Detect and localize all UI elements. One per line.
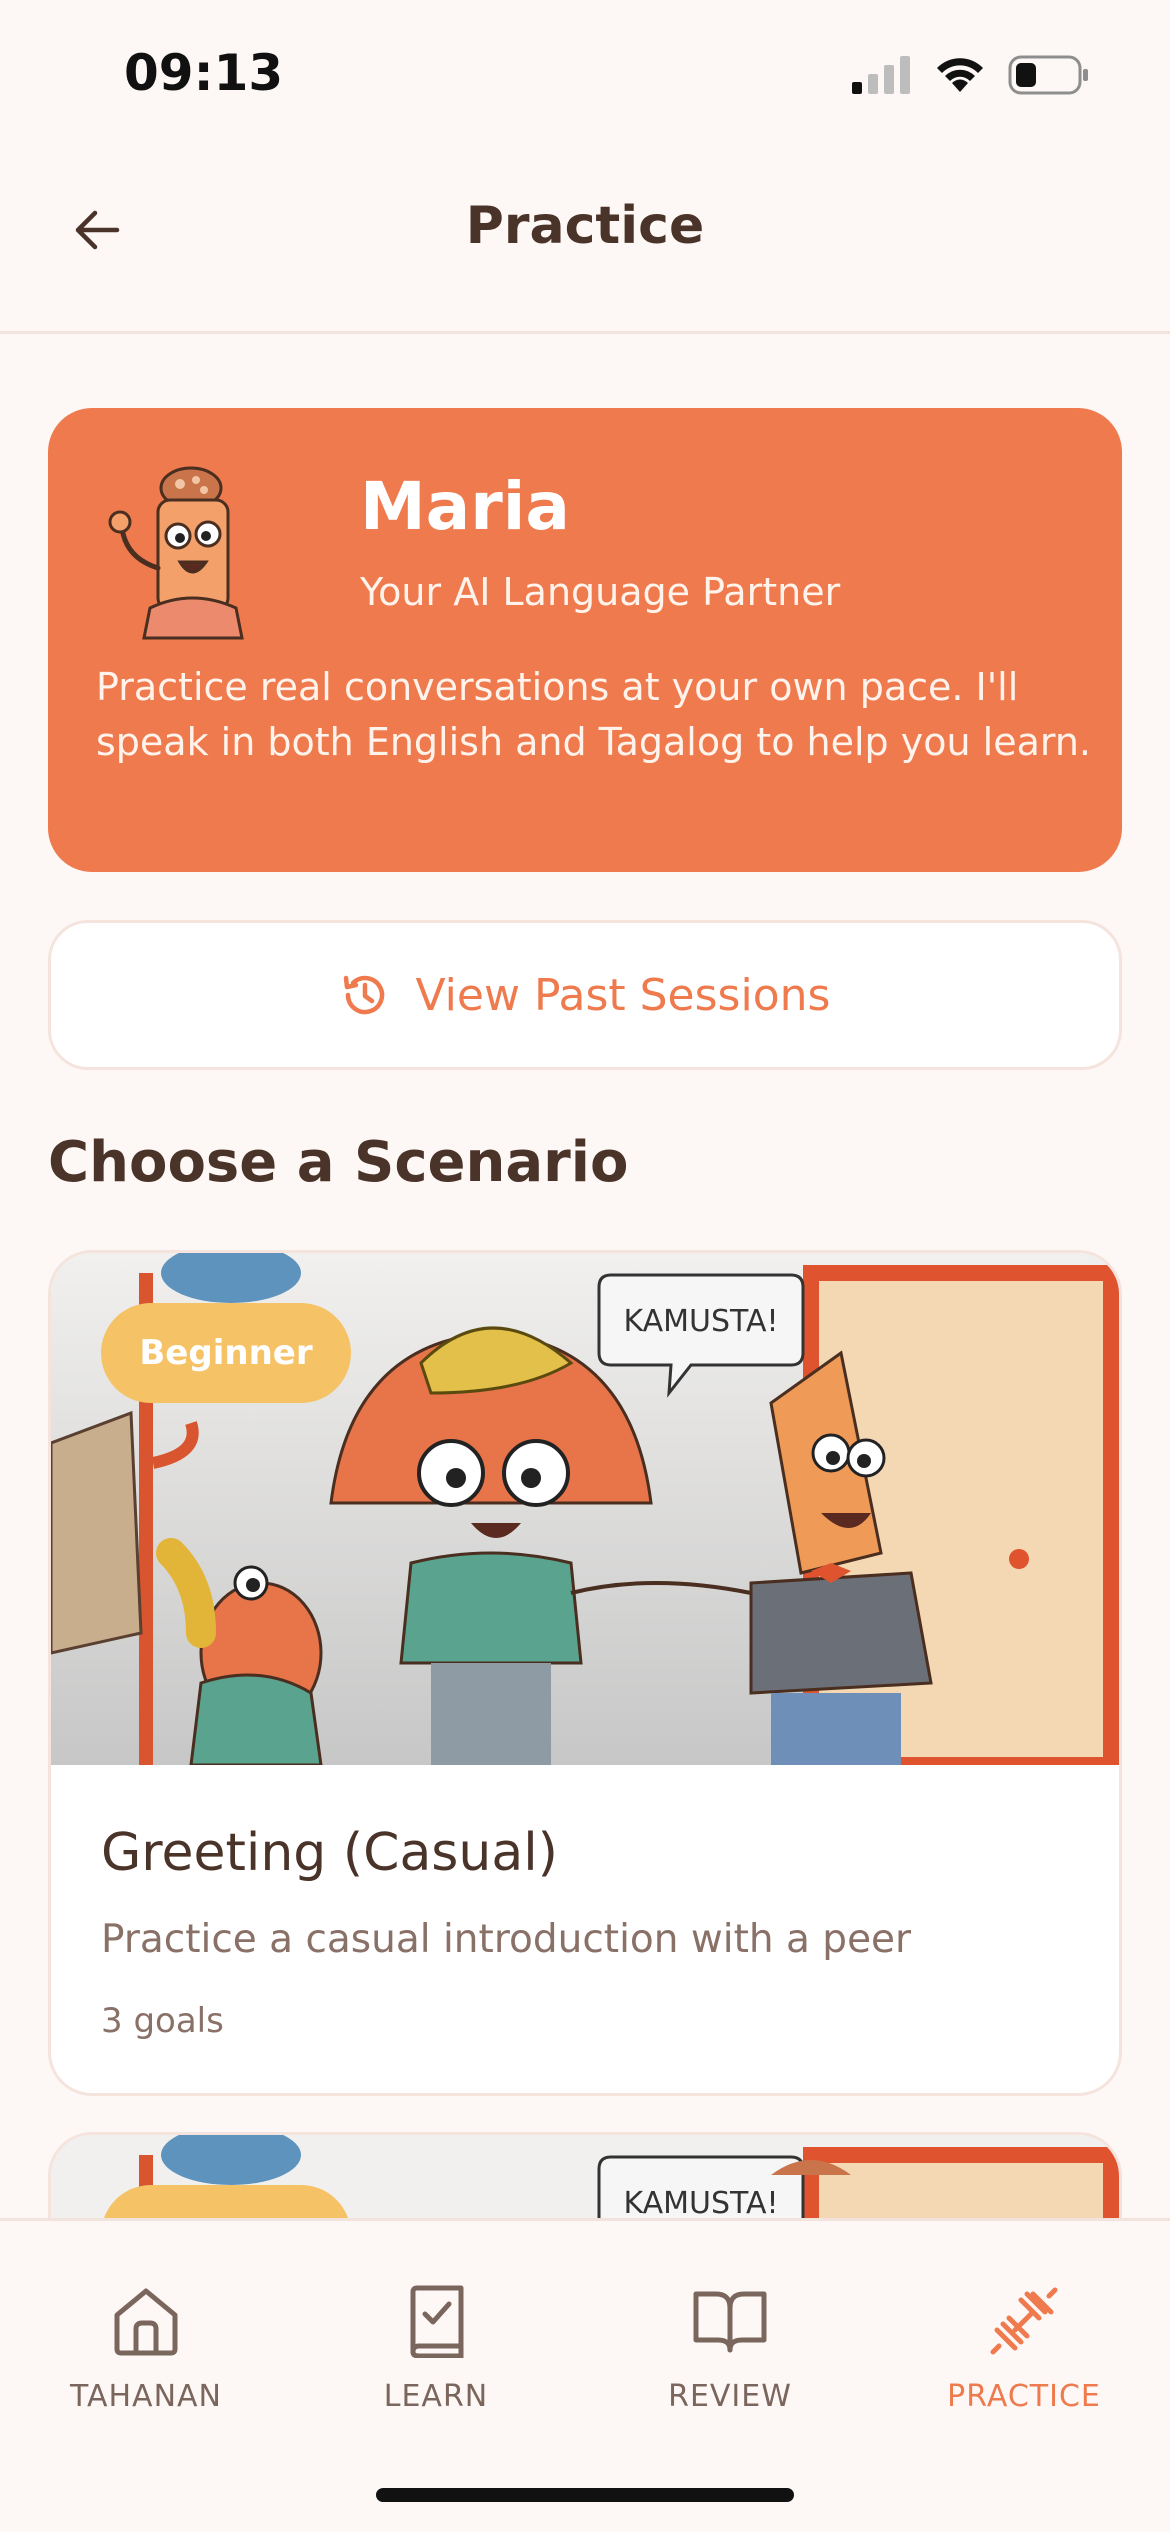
scenario-title: Greeting (Casual): [101, 1823, 558, 1883]
home-indicator[interactable]: [376, 2488, 794, 2502]
view-past-sessions-button[interactable]: View Past Sessions: [48, 920, 1122, 1070]
nav-item-learn[interactable]: LEARN: [316, 2281, 556, 2414]
ai-partner-card: Maria Your AI Language Partner Practice …: [48, 408, 1122, 872]
book-check-icon: [410, 2285, 464, 2358]
practice-screen: 09:13 Practice Maria Your AI Language Pa…: [0, 0, 1170, 2532]
scenario-card[interactable]: KAMUSTA!: [48, 1250, 1122, 2096]
page-title: Practice: [465, 196, 705, 256]
scenario-description: Practice a casual introduction with a pe…: [101, 1917, 912, 1962]
cellular-signal-icon: [852, 56, 910, 94]
open-book-icon: [693, 2291, 767, 2353]
home-icon: [114, 2288, 178, 2356]
wifi-icon: [937, 58, 983, 92]
history-icon: [343, 975, 384, 1015]
status-icons: [852, 55, 1090, 95]
partner-description: Practice real conversations at your own …: [96, 665, 1091, 764]
nav-label-practice: PRACTICE: [947, 2379, 1101, 2414]
section-title: Choose a Scenario: [48, 1130, 629, 1195]
bottom-nav: TAHANAN LEARN REVIEW PRACTICE: [0, 2218, 1170, 2532]
speech-bubble-text: KAMUSTA!: [623, 2186, 778, 2221]
scenario-goals: 3 goals: [101, 2001, 224, 2041]
maria-avatar: [108, 466, 244, 640]
partner-name: Maria: [360, 468, 570, 545]
status-bar: 09:13: [0, 0, 1170, 150]
nav-item-practice[interactable]: PRACTICE: [904, 2281, 1144, 2414]
dumbbell-icon: [990, 2287, 1058, 2355]
status-time: 09:13: [124, 44, 284, 102]
nav-item-tahanan[interactable]: TAHANAN: [26, 2281, 266, 2414]
nav-label-review: REVIEW: [668, 2379, 792, 2414]
battery-icon: [1008, 55, 1088, 95]
nav-label-learn: LEARN: [383, 2379, 489, 2414]
partner-role: Your AI Language Partner: [360, 570, 841, 614]
view-past-sessions-label: View Past Sessions: [415, 969, 831, 1021]
speech-bubble-text: KAMUSTA!: [623, 1304, 778, 1339]
nav-item-review[interactable]: REVIEW: [610, 2281, 850, 2414]
nav-label-tahanan: TAHANAN: [69, 2379, 222, 2414]
level-badge: Beginner: [101, 1303, 351, 1403]
header: Practice: [0, 150, 1170, 334]
